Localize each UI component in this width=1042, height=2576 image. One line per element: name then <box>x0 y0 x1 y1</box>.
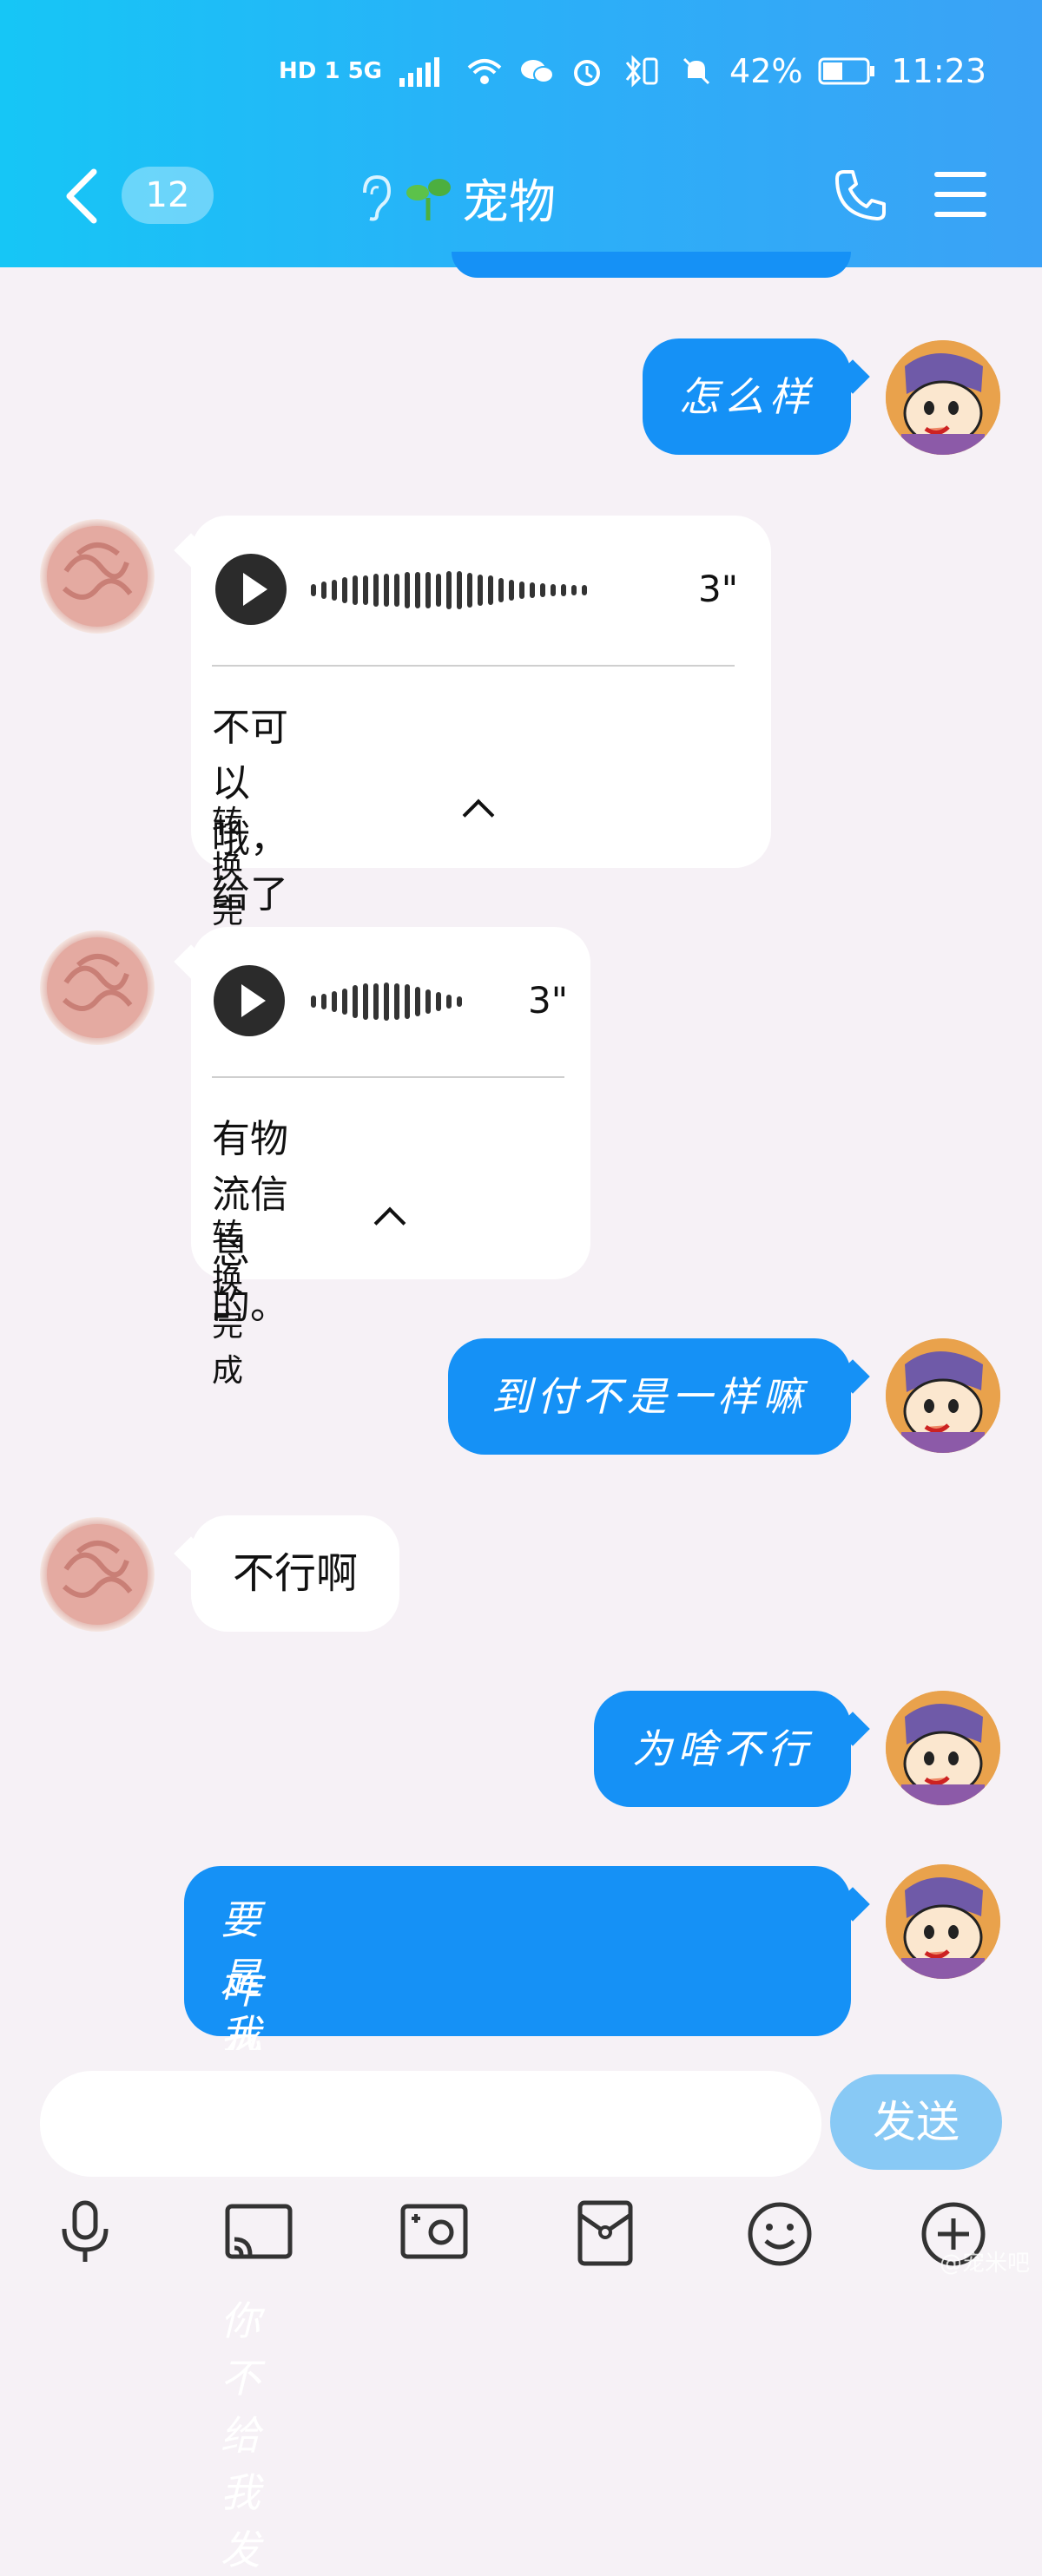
emoji-icon[interactable] <box>745 2199 814 2269</box>
unread-badge[interactable]: 12 <box>122 167 214 224</box>
voice-duration: 3" <box>698 568 739 610</box>
avatar-image <box>886 1338 1000 1453</box>
my-avatar[interactable] <box>886 340 1000 455</box>
avatar-image <box>886 1864 1000 1979</box>
signal-icon <box>399 57 440 87</box>
wechat-icon <box>521 60 555 83</box>
chat-title-text: 宠物 <box>462 174 556 229</box>
avatar-image <box>47 1524 148 1625</box>
alarm-icon <box>574 60 601 86</box>
divider <box>212 1076 564 1078</box>
screen-share-icon[interactable] <box>224 2199 293 2265</box>
back-icon[interactable] <box>61 168 104 224</box>
avatar-image <box>47 526 148 627</box>
contact-avatar[interactable] <box>40 1517 155 1632</box>
ear-icon[interactable] <box>356 174 394 222</box>
my-avatar[interactable] <box>886 1338 1000 1453</box>
input-toolbar <box>0 2180 1042 2276</box>
red-packet-icon[interactable] <box>577 2199 634 2267</box>
photo-icon[interactable] <box>399 2199 469 2265</box>
watermark: @宠米吧 <box>939 2251 1030 2277</box>
message-input[interactable] <box>40 2071 821 2177</box>
message-text: 怎么样 <box>679 373 814 420</box>
mic-icon[interactable] <box>54 2199 116 2265</box>
avatar-image <box>886 1691 1000 1805</box>
message-bubble[interactable] <box>184 1866 851 2036</box>
chat-header: HD 1 5G 42% 11:23 12 宠物 <box>0 0 1042 267</box>
voice-waveform-icon <box>311 559 587 621</box>
battery-percent: 42% <box>729 52 803 90</box>
previous-message-bubble[interactable] <box>452 252 851 278</box>
message-text: 不行啊 <box>232 1549 358 1598</box>
sprout-icon <box>406 178 451 220</box>
chat-title[interactable]: 宠物 <box>356 163 556 232</box>
message-text: 到付不是一样嘛 <box>491 1373 808 1420</box>
wifi-icon <box>467 59 502 84</box>
voice-waveform-icon <box>311 970 462 1033</box>
my-avatar[interactable] <box>886 1691 1000 1805</box>
clock: 11:23 <box>891 52 986 90</box>
message-text: 为啥不行 <box>632 1725 813 1772</box>
mute-icon <box>683 57 710 85</box>
bluetooth-vibrate-icon <box>625 55 658 88</box>
avatar-image <box>47 937 148 1038</box>
conversion-status: 转换完成 <box>212 1218 244 1389</box>
network-indicator: HD 1 5G <box>279 58 383 84</box>
divider <box>212 665 735 667</box>
play-voice-icon[interactable] <box>215 554 287 625</box>
avatar-image <box>886 340 1000 455</box>
battery-icon <box>818 57 875 85</box>
voice-duration: 3" <box>528 979 569 1022</box>
contact-avatar[interactable] <box>40 519 155 634</box>
composer: 发送 @宠米吧 <box>0 2050 1042 2291</box>
my-avatar[interactable] <box>886 1864 1000 1979</box>
status-bar: HD 1 5G 42% 11:23 <box>0 52 1042 104</box>
menu-icon[interactable] <box>933 168 988 220</box>
send-button[interactable]: 发送 <box>830 2074 1002 2170</box>
play-voice-icon[interactable] <box>214 965 285 1036</box>
nav-bar: 12 宠物 <box>0 156 1042 234</box>
contact-avatar[interactable] <box>40 930 155 1045</box>
phone-icon[interactable] <box>832 167 889 224</box>
